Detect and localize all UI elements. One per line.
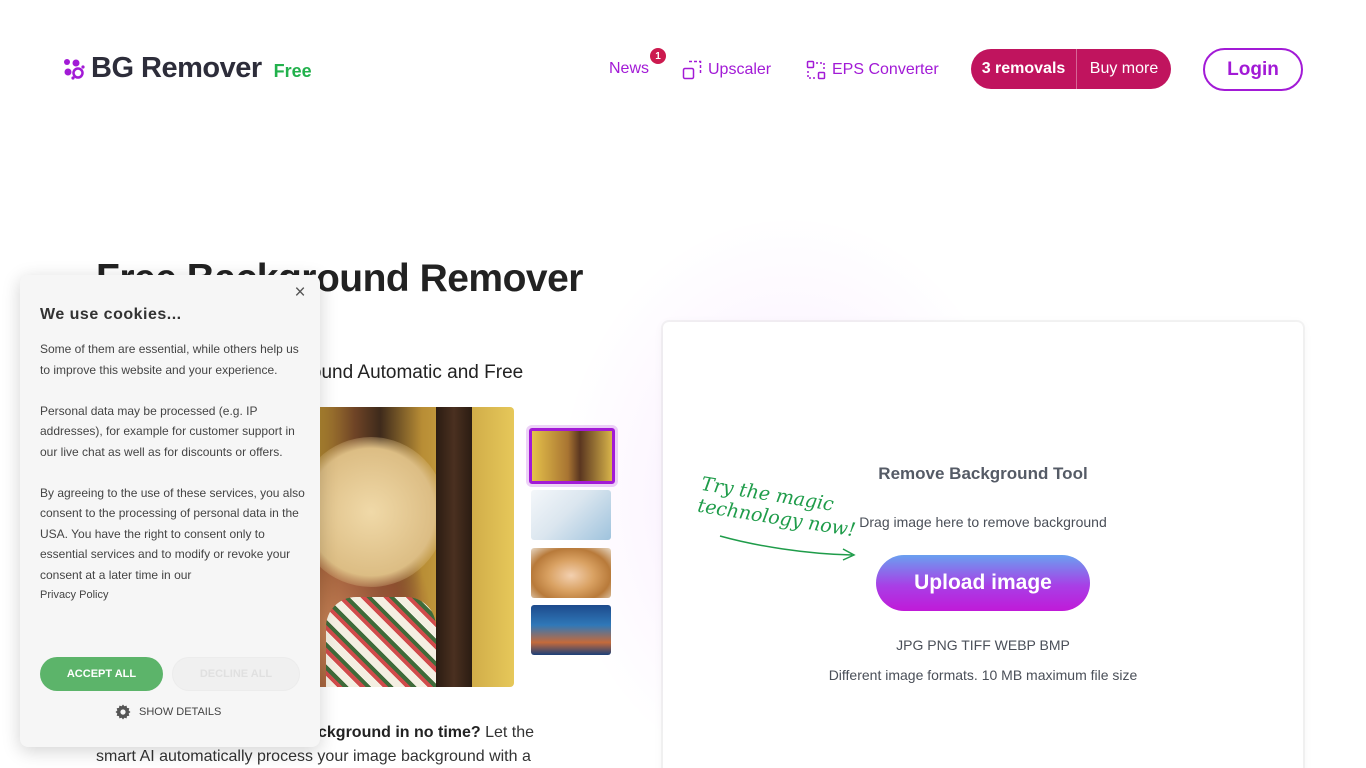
upscaler-icon: [682, 60, 702, 80]
nav-news-label: News: [609, 60, 650, 77]
login-button[interactable]: Login: [1203, 48, 1303, 91]
show-details-label: SHOW DETAILS: [139, 706, 222, 718]
supported-formats: JPG PNG TIFF WEBP BMP: [896, 637, 1070, 653]
nav-news-link[interactable]: News: [609, 60, 649, 78]
decline-all-button[interactable]: DECLINE ALL: [172, 657, 300, 691]
cookie-body: Some of them are essential, while others…: [40, 339, 305, 606]
cookie-paragraph-2: Personal data may be processed (e.g. IP …: [40, 403, 295, 459]
file-size-note: Different image formats. 10 MB maximum f…: [828, 667, 1138, 683]
preview-image-trunk: [436, 407, 472, 687]
hero-description-rest: Let the: [480, 724, 535, 741]
eps-converter-icon: [806, 60, 826, 80]
hero-description-bold: ckground in no time?: [318, 724, 481, 741]
show-details-button[interactable]: SHOW DETAILS: [115, 704, 221, 720]
cookie-paragraph-3: By agreeing to the use of these services…: [40, 485, 305, 582]
privacy-policy-link[interactable]: Privacy Policy: [40, 585, 305, 606]
close-icon[interactable]: ×: [292, 283, 308, 302]
news-count-badge: 1: [650, 48, 666, 64]
sample-thumbnail-sea-turtle[interactable]: [531, 605, 611, 655]
cookie-paragraph-1: Some of them are essential, while others…: [40, 342, 299, 377]
removals-count-button[interactable]: 3 removals: [971, 49, 1077, 89]
page: BG Remover Free News 1 Upscaler EPS Conv…: [0, 0, 1366, 768]
nav-upscaler-link[interactable]: Upscaler: [682, 60, 771, 80]
removals-widget: 3 removals Buy more: [971, 49, 1171, 89]
callout-arrow-icon: [719, 535, 856, 561]
sample-thumbnail-woman-hat[interactable]: [529, 428, 615, 484]
cookie-title: We use cookies...: [40, 306, 182, 323]
nav-eps-converter-label: EPS Converter: [832, 61, 939, 78]
nav-upscaler-label: Upscaler: [708, 61, 772, 78]
hero-description-line2: smart AI automatically process your imag…: [96, 748, 531, 765]
cookie-consent-dialog: × We use cookies... Some of them are ess…: [20, 275, 320, 747]
buy-more-button[interactable]: Buy more: [1077, 49, 1171, 89]
accept-all-button[interactable]: ACCEPT ALL: [40, 657, 163, 691]
upload-image-button[interactable]: Upload image: [876, 555, 1090, 611]
nav-eps-converter-link[interactable]: EPS Converter: [806, 60, 939, 80]
sample-thumbnail-scientist[interactable]: [531, 490, 611, 540]
preview-image-dress: [326, 597, 436, 687]
gear-icon: [115, 704, 131, 720]
sample-thumbnail-woman-curls[interactable]: [531, 548, 611, 598]
